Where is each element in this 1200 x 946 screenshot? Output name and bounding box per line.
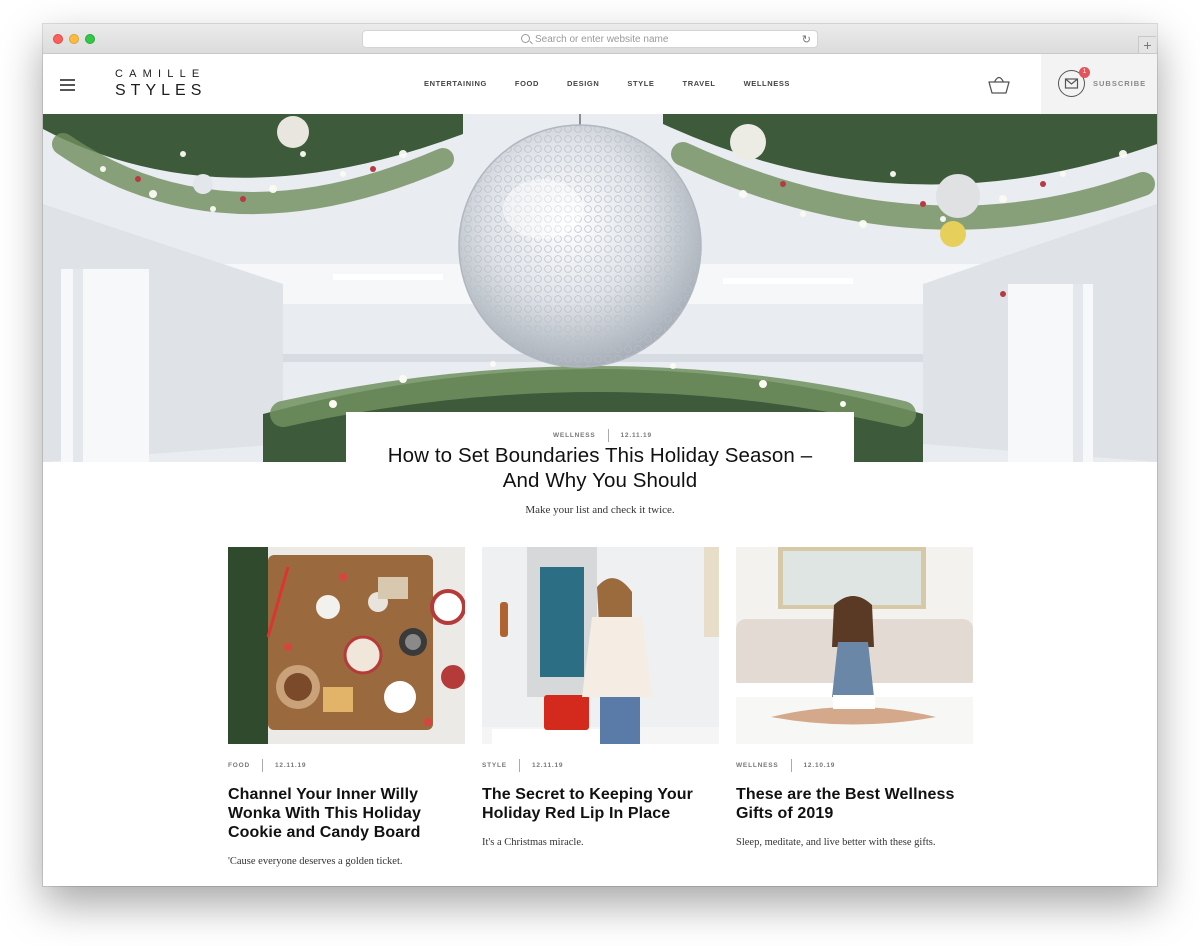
post-date-3: 12.10.19 (803, 762, 836, 769)
main-nav: ENTERTAINING FOOD DESIGN STYLE TRAVEL WE… (424, 79, 818, 91)
notification-badge: 1 (1079, 67, 1090, 78)
close-window-button[interactable] (53, 34, 63, 44)
nav-design[interactable]: DESIGN (567, 79, 599, 91)
post-date-2: 12.11.19 (531, 762, 564, 769)
hero-subtitle: Make your list and check it twice. (525, 504, 675, 516)
meta-divider (518, 759, 520, 772)
nav-travel[interactable]: TRAVEL (683, 79, 716, 91)
hero-meta: WELLNESS 12.11.19 (553, 429, 652, 442)
post-category-2[interactable]: STYLE (482, 762, 507, 769)
browser-window: Search or enter website name ↻ + CAMILLE… (43, 24, 1157, 886)
maximize-window-button[interactable] (85, 34, 95, 44)
post-excerpt-2: It's a Christmas miracle. (482, 837, 584, 848)
search-icon (521, 34, 530, 43)
reload-icon[interactable]: ↻ (802, 33, 811, 46)
logo-line-1: CAMILLE (115, 68, 206, 80)
post-excerpt-3: Sleep, meditate, and live better with th… (736, 837, 936, 848)
post-title-2[interactable]: The Secret to Keeping Your Holiday Red L… (482, 785, 719, 823)
post-card-1[interactable]: FOOD 12.11.19 Channel Your Inner Willy W… (228, 547, 465, 867)
post-card-2[interactable]: STYLE 12.11.19 The Secret to Keeping You… (482, 547, 719, 848)
hero-title[interactable]: How to Set Boundaries This Holiday Seaso… (383, 443, 817, 493)
red-lip-photo (482, 547, 719, 744)
post-excerpt-1: 'Cause everyone deserves a golden ticket… (228, 856, 403, 867)
meta-divider (790, 759, 792, 772)
post-image-3[interactable] (736, 547, 973, 744)
logo-line-2: STYLES (115, 82, 207, 99)
nav-food[interactable]: FOOD (515, 79, 539, 91)
meta-divider (261, 759, 263, 772)
post-category-3[interactable]: WELLNESS (736, 762, 779, 769)
nav-entertaining[interactable]: ENTERTAINING (424, 79, 487, 91)
post-meta-1: FOOD 12.11.19 (228, 759, 465, 772)
hero-photo (43, 114, 1157, 462)
hero-category[interactable]: WELLNESS (553, 432, 596, 439)
post-title-1[interactable]: Channel Your Inner Willy Wonka With This… (228, 785, 465, 842)
shopping-basket-icon[interactable] (988, 74, 1010, 94)
post-card-3[interactable]: WELLNESS 12.10.19 These are the Best Wel… (736, 547, 973, 848)
hamburger-menu-icon[interactable] (60, 79, 75, 91)
post-date-1: 12.11.19 (274, 762, 307, 769)
new-tab-button[interactable]: + (1138, 36, 1156, 53)
post-category-1[interactable]: FOOD (228, 762, 250, 769)
wellness-photo (736, 547, 973, 744)
post-meta-3: WELLNESS 12.10.19 (736, 759, 973, 772)
post-title-3[interactable]: These are the Best Wellness Gifts of 201… (736, 785, 973, 823)
minimize-window-button[interactable] (69, 34, 79, 44)
site-header: CAMILLE STYLES ENTERTAINING FOOD DESIGN … (43, 54, 1157, 114)
post-meta-2: STYLE 12.11.19 (482, 759, 719, 772)
nav-wellness[interactable]: WELLNESS (744, 79, 790, 91)
address-bar[interactable]: Search or enter website name ↻ (362, 30, 818, 48)
post-image-1[interactable] (228, 547, 465, 744)
address-bar-placeholder: Search or enter website name (535, 34, 669, 45)
cookie-board-photo (228, 547, 465, 744)
hero-date: 12.11.19 (620, 432, 652, 439)
site-logo[interactable]: CAMILLE STYLES (115, 68, 206, 100)
post-image-2[interactable] (482, 547, 719, 744)
hero-image[interactable] (43, 114, 1157, 462)
subscribe-label: SUBSCRIBE (1093, 79, 1147, 88)
subscribe-button[interactable]: 1 SUBSCRIBE (1041, 54, 1157, 114)
meta-divider (607, 429, 609, 442)
browser-toolbar: Search or enter website name ↻ + (43, 24, 1157, 54)
nav-style[interactable]: STYLE (627, 79, 654, 91)
